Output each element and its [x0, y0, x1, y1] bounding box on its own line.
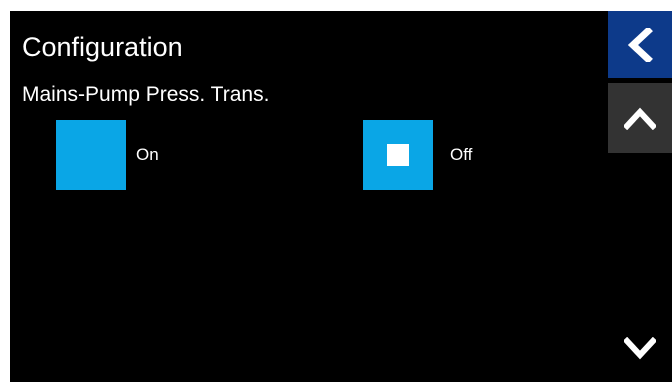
option-on-radio[interactable] [56, 120, 126, 190]
setting-name: Mains-Pump Press. Trans. [22, 83, 270, 106]
option-off-label: Off [450, 145, 473, 164]
chevron-up-icon [624, 107, 656, 130]
chevron-left-icon [627, 27, 653, 62]
option-off-radio[interactable] [363, 120, 433, 190]
back-button[interactable] [608, 11, 672, 78]
scroll-down-button[interactable] [608, 315, 672, 382]
page-title: Configuration [22, 32, 183, 62]
hmi-screen: Configuration Mains-Pump Press. Trans. O… [10, 11, 672, 382]
option-on-label: On [136, 145, 159, 164]
scroll-up-button[interactable] [608, 83, 672, 153]
selected-indicator [387, 144, 409, 166]
chevron-down-icon [624, 336, 656, 359]
